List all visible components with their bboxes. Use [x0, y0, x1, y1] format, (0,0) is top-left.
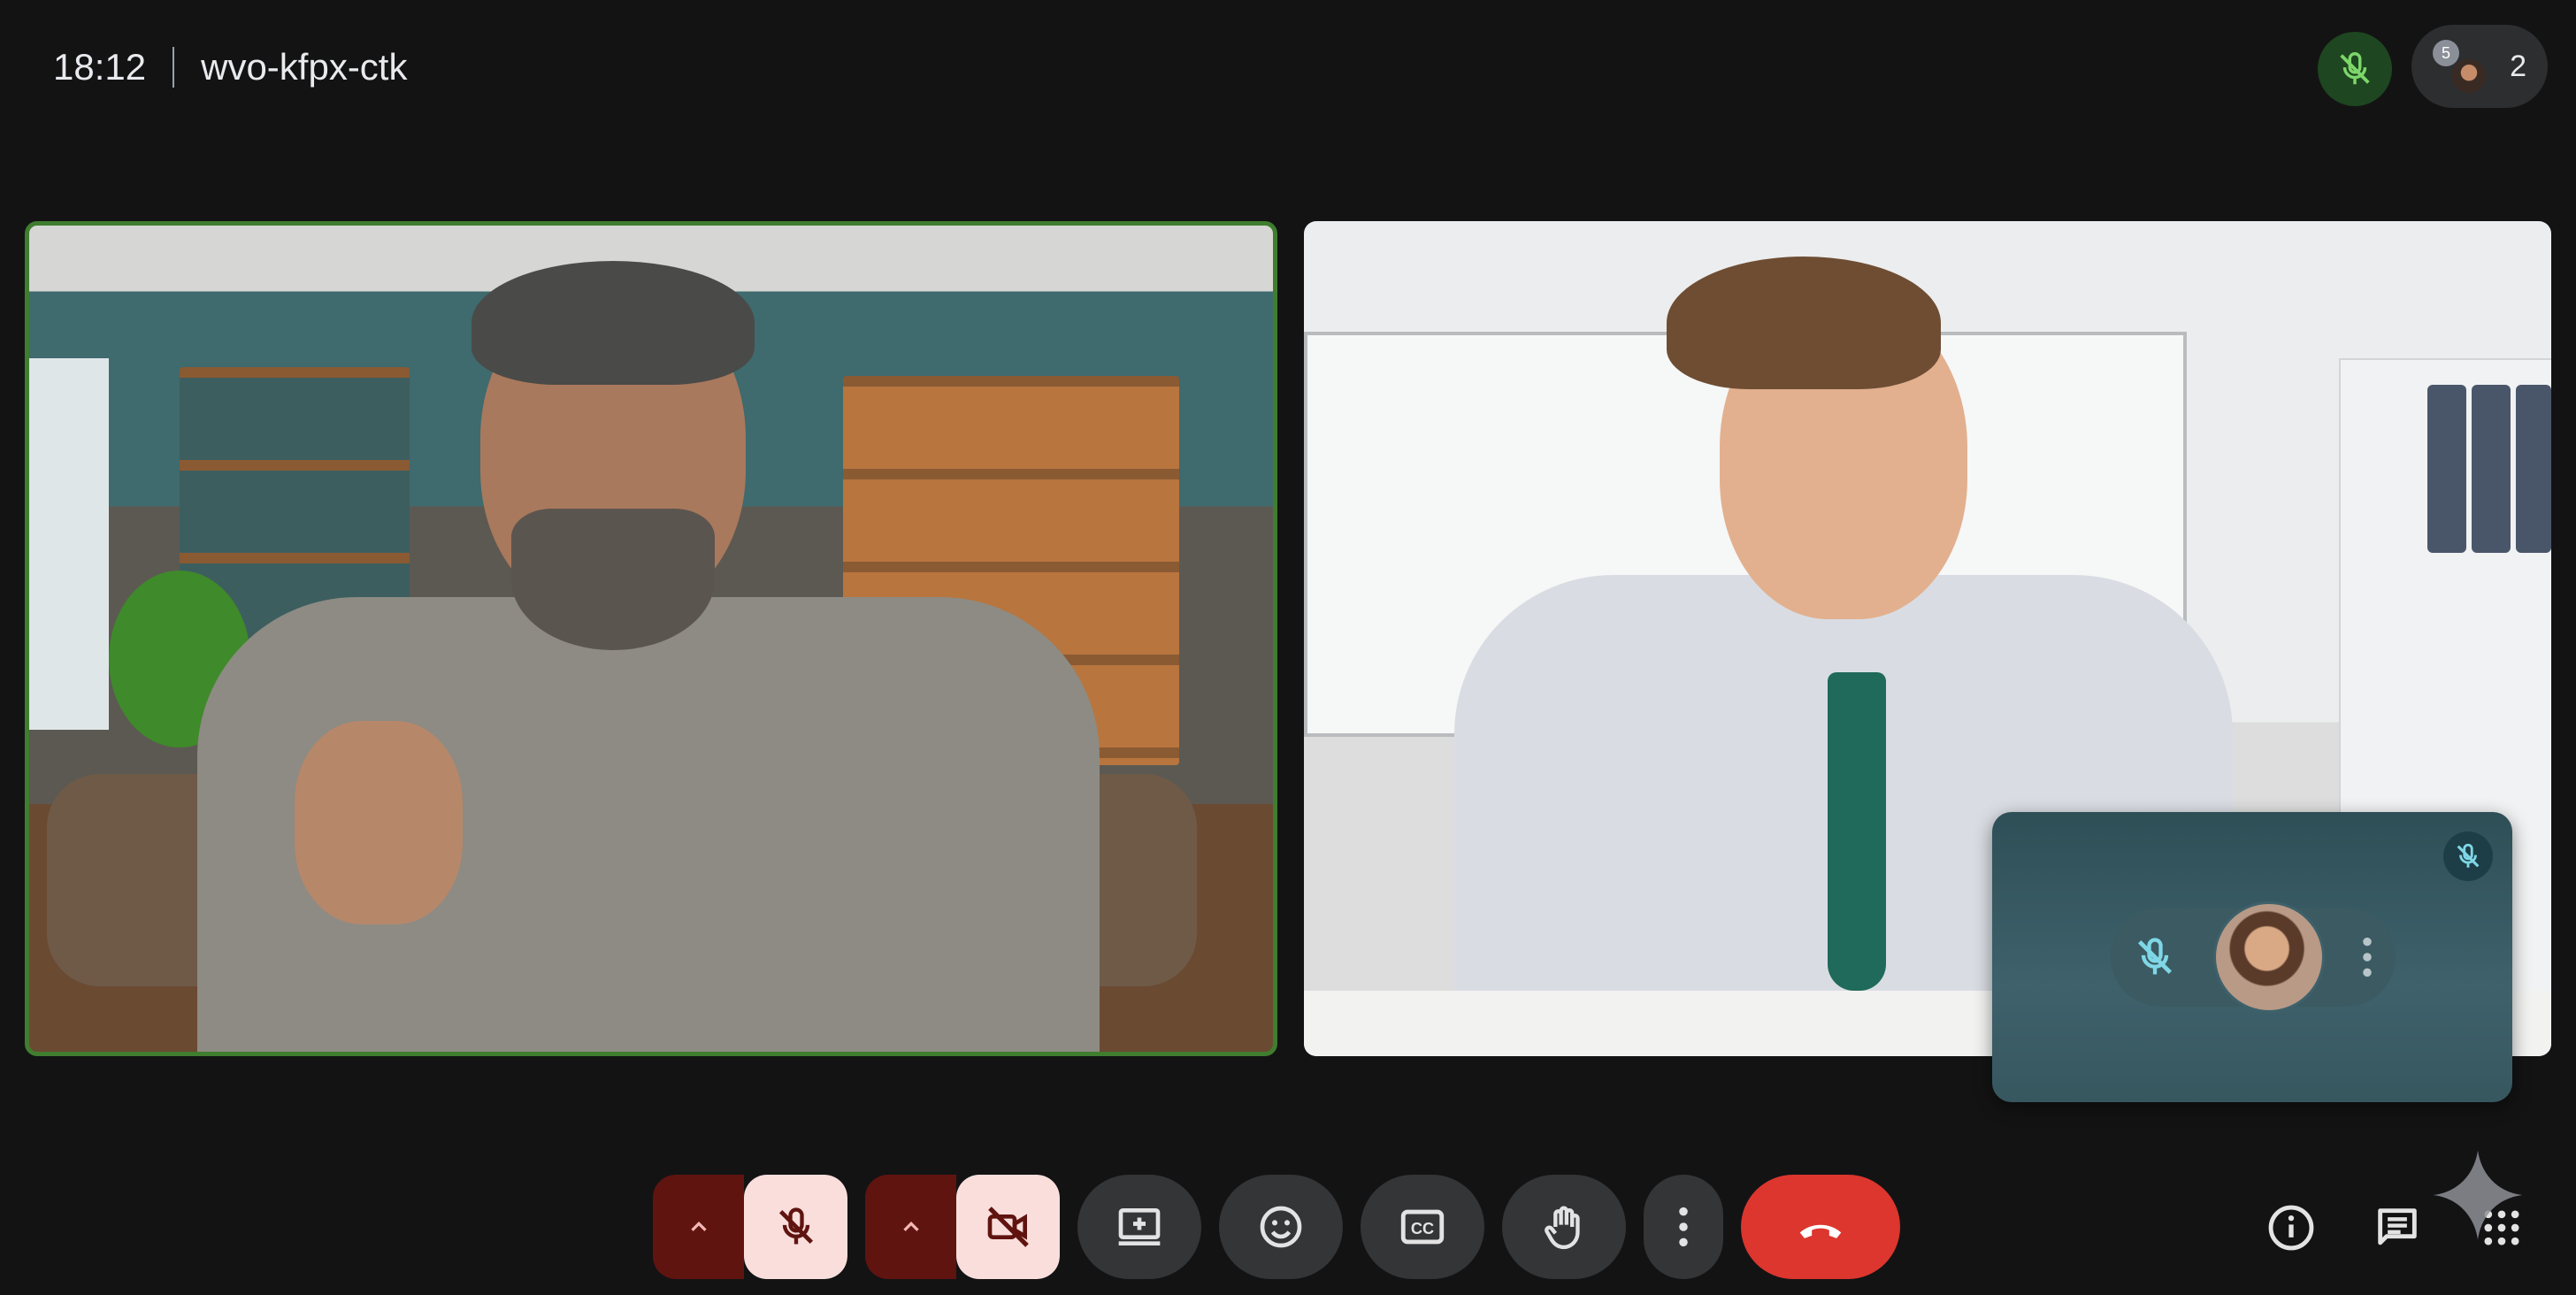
emoji-icon: [1260, 1206, 1302, 1248]
present-screen-icon: [1118, 1208, 1161, 1245]
svg-text:CC: CC: [1411, 1220, 1434, 1238]
self-view-controls: [2111, 901, 2396, 1013]
self-mic-muted-badge: [2443, 831, 2493, 881]
chat-button[interactable]: [2365, 1196, 2429, 1260]
video-tile-participant-1[interactable]: [25, 221, 1277, 1056]
mic-off-icon: [2137, 938, 2173, 975]
participants-button[interactable]: 5 2: [2411, 25, 2548, 108]
avatar-count-badge: 5: [2433, 40, 2459, 66]
avatar: [2213, 901, 2325, 1013]
microphone-control: [653, 1175, 847, 1279]
person-tie: [1828, 672, 1886, 991]
person-hand: [295, 721, 463, 924]
participant-avatars: 5: [2433, 40, 2486, 93]
mic-off-icon: [778, 1207, 813, 1245]
binder: [2472, 385, 2511, 553]
camera-toggle-button[interactable]: [956, 1175, 1060, 1279]
more-vert-icon: [1679, 1207, 1688, 1247]
clock-time: 18:12: [53, 46, 147, 88]
present-screen-button[interactable]: [1077, 1175, 1201, 1279]
more-options-button[interactable]: [1644, 1175, 1723, 1279]
person-hair: [1667, 257, 1941, 389]
mic-off-icon: [2457, 843, 2480, 868]
sparkle-icon: [2433, 1150, 2523, 1240]
self-more-options-button[interactable]: [2360, 934, 2374, 980]
call-end-icon: [1799, 1224, 1842, 1238]
info-icon: [2268, 1205, 2314, 1251]
hand-icon: [1545, 1206, 1580, 1250]
participant-count: 2: [2510, 49, 2526, 83]
meeting-info: 18:12 wvo-kfpx-ctk: [53, 46, 407, 88]
camera-control: [865, 1175, 1060, 1279]
person-hair: [472, 261, 755, 385]
meeting-details-button[interactable]: [2259, 1196, 2323, 1260]
closed-captions-icon: CC: [1400, 1209, 1445, 1245]
divider: [172, 47, 175, 88]
mic-muted-indicator: [2318, 32, 2392, 106]
chat-icon: [2378, 1208, 2417, 1245]
person-beard: [511, 509, 715, 650]
binder: [2427, 385, 2466, 553]
captions-button[interactable]: CC: [1361, 1175, 1484, 1279]
meeting-code[interactable]: wvo-kfpx-ctk: [201, 46, 407, 88]
raise-hand-button[interactable]: [1502, 1175, 1626, 1279]
chevron-up-icon: [902, 1221, 919, 1231]
chevron-up-icon: [690, 1221, 707, 1231]
mic-toggle-button[interactable]: [744, 1175, 847, 1279]
binder: [2516, 385, 2551, 553]
camera-options-button[interactable]: [865, 1175, 957, 1279]
mic-options-button[interactable]: [653, 1175, 745, 1279]
self-view-tile[interactable]: [1992, 812, 2512, 1102]
window: [29, 358, 109, 730]
avatar: [2452, 59, 2486, 93]
reactions-button[interactable]: [1219, 1175, 1343, 1279]
videocam-off-icon: [987, 1207, 1029, 1247]
end-call-button[interactable]: [1741, 1175, 1900, 1279]
self-mute-button[interactable]: [2132, 934, 2178, 980]
more-vert-icon: [2363, 937, 2372, 977]
mic-off-icon: [2340, 52, 2370, 85]
